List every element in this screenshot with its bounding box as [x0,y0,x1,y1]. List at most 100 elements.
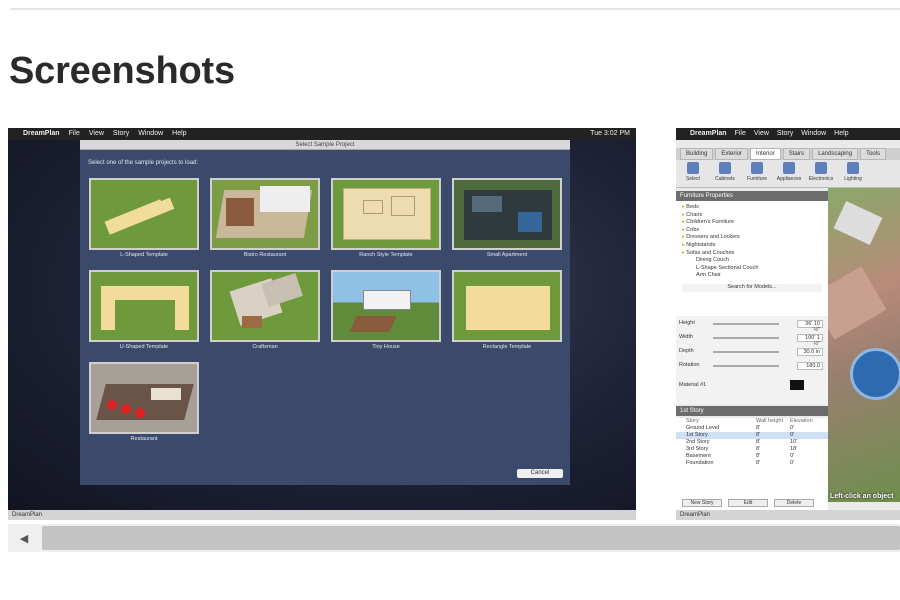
tree-item[interactable]: Dressers and Lockers [682,234,822,242]
mac-menubar: DreamPlan File View Story Window Help [676,128,900,140]
stories-panel: Story Wall height Elevation Ground Level… [676,418,828,510]
electronics-icon [815,162,827,174]
width-field[interactable]: 100' 1 ½" [797,334,823,347]
template-caption: Craftsman [252,344,278,350]
scroll-thumb[interactable] [42,526,900,550]
menu-item: View [88,130,104,137]
app-name: DreamPlan [23,130,60,137]
story-row[interactable]: 3rd Story 8' 18' [676,446,828,453]
3d-viewport[interactable]: Left-click an object [828,188,900,502]
tool-appliances[interactable]: Appliances [776,162,802,185]
stories-panel-header: 1st Story [676,406,828,416]
tool-select[interactable]: Select [680,162,706,185]
template-thumb-bistro[interactable] [210,178,320,250]
tree-item[interactable]: Dining Couch [682,257,822,265]
scroll-left-arrow-icon[interactable]: ◀ [8,524,40,552]
new-story-button[interactable]: New Story [682,499,722,507]
prop-row: Rotation 180.0 [679,362,825,370]
screenshot-1[interactable]: DreamPlan File View Story Window Help Tu… [8,128,636,520]
tool-cabinets[interactable]: Cabinets [712,162,738,185]
height-slider[interactable] [713,323,779,325]
template-caption: L-Shaped Template [120,252,168,258]
tool-furniture[interactable]: Furniture [744,162,770,185]
template-caption: Restaurant [130,436,158,442]
stories-header-row: Story Wall height Elevation [686,418,813,424]
properties-panel: Height 36' 10 ½" Width 100' 1 ½" Depth 30.0… [676,316,828,404]
template-thumb-rectangle[interactable] [452,270,562,342]
dialog-prompt: Select one of the sample projects to loa… [88,160,199,166]
tree-item[interactable]: L-Shape Sectional Couch [682,265,822,273]
menu-item: Window [138,130,164,137]
template-thumb-ranch[interactable] [331,178,441,250]
material-swatch[interactable] [790,380,804,390]
tree-item[interactable]: Beds [682,204,822,212]
search-models-button[interactable]: Search for Models... [682,283,822,292]
tree-item[interactable]: Nightstands [682,242,822,250]
tab-stairs[interactable]: Stairs [782,148,811,160]
screenshot-carousel[interactable]: DreamPlan File View Story Window Help Tu… [8,128,900,522]
navigation-compass-icon[interactable] [850,348,900,400]
cancel-button[interactable]: Cancel [517,469,563,478]
cabinets-icon [719,162,731,174]
template-caption: Bistro Restaurant [243,252,287,258]
tool-lighting[interactable]: Lighting [840,162,866,185]
appliances-icon [783,162,795,174]
menu-item: Help [834,130,849,137]
template-caption: U-Shaped Template [119,344,169,350]
story-row[interactable]: Foundation 8' 0' [676,460,828,467]
rotation-field[interactable]: 180.0 [797,362,823,370]
tool-electronics[interactable]: Electronics [808,162,834,185]
screenshot-2[interactable]: DreamPlan File View Story Window Help Bu… [676,128,900,520]
tab-interior[interactable]: Interior [750,148,781,160]
tree-item[interactable]: Cribs [682,227,822,235]
template-caption: Tiny House [372,344,400,350]
width-slider[interactable] [713,337,779,339]
menu-item: Help [172,130,187,137]
prop-row: Height 36' 10 ½" [679,320,825,333]
tab-exterior[interactable]: Exterior [715,148,749,160]
status-bar: DreamPlan [8,510,636,520]
depth-field[interactable]: 30.0 in [797,348,823,356]
horizontal-scrollbar[interactable]: ◀ [8,524,900,552]
template-thumb-apartment[interactable] [452,178,562,250]
furniture-tree: Beds Chairs Children's Furniture Cribs D… [676,201,828,316]
story-row[interactable]: 2nd Story 8' 10' [676,439,828,446]
template-thumb-u-shaped[interactable] [89,270,199,342]
height-field[interactable]: 36' 10 ½" [797,320,823,333]
tree-item[interactable]: Children's Furniture [682,219,822,227]
ribbon-tabs: Building Exterior Interior Stairs Landsc… [676,148,900,160]
menu-item: Story [776,130,794,137]
tab-building[interactable]: Building [680,148,714,160]
template-caption: Rectangle Template [482,344,532,350]
select-icon [687,162,699,174]
tree-item[interactable]: Arm Chair [682,272,822,280]
template-thumb-l-shaped[interactable] [89,178,199,250]
prop-row: Depth 30.0 in [679,348,825,356]
edit-story-button[interactable]: Edit [728,499,768,507]
story-row[interactable]: Ground Level 8' 0' [676,425,828,432]
furniture-panel-header: Furniture Properties [676,191,828,201]
template-caption: Ranch Style Template [359,252,413,258]
menu-item: Window [801,130,827,137]
depth-slider[interactable] [713,351,779,353]
app-name: DreamPlan [690,130,727,137]
template-thumb-craftsman[interactable] [210,270,320,342]
tree-item[interactable]: Sofas and Couches [682,250,822,258]
menu-item: File [68,130,80,137]
menu-item: View [753,130,769,137]
tree-item[interactable]: Chairs [682,212,822,220]
clock: Tue 3:02 PM [590,130,630,137]
rotation-slider[interactable] [713,365,779,367]
sample-project-dialog: Select one of the sample projects to loa… [80,150,570,485]
section-title: Screenshots [9,50,235,92]
tab-tools[interactable]: Tools [860,148,887,160]
furniture-icon [751,162,763,174]
tab-landscaping[interactable]: Landscaping [812,148,859,160]
story-row[interactable]: Basement 8' 0' [676,453,828,460]
delete-story-button[interactable]: Delete [774,499,814,507]
template-thumb-restaurant[interactable] [89,362,199,434]
prop-row: Width 100' 1 ½" [679,334,825,347]
viewport-hint: Left-click an object [830,493,894,500]
story-row[interactable]: 1st Story 8' 0' [676,432,828,439]
template-thumb-tiny-house[interactable] [331,270,441,342]
